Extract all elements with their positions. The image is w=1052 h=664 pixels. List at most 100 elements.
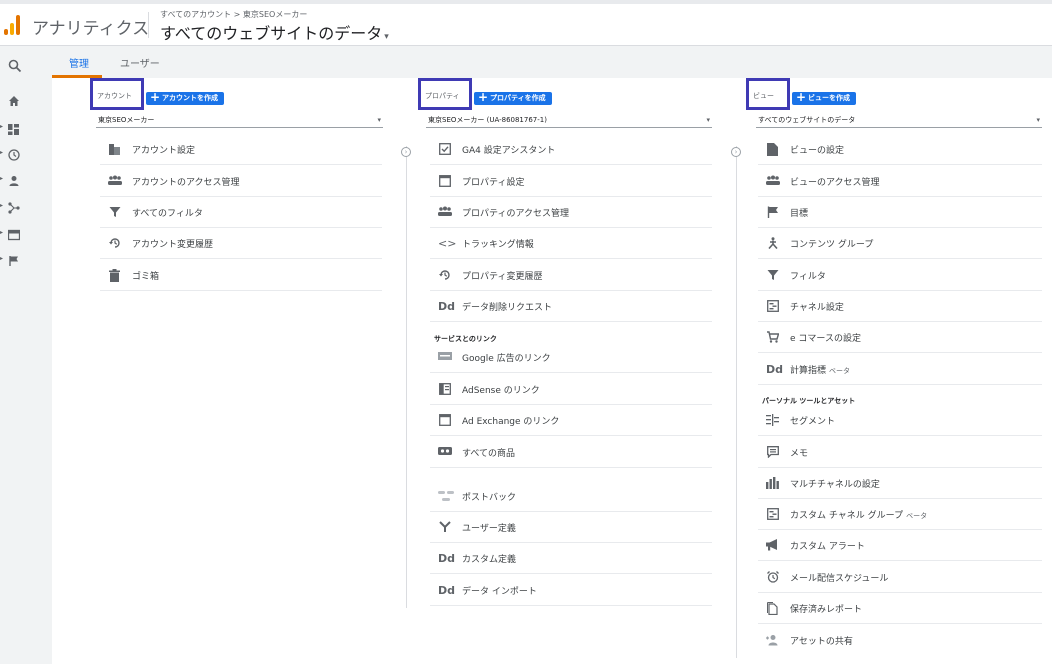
view-selector-label: すべてのウェブサイトのデータ — [160, 24, 383, 43]
saved-report-icon — [766, 602, 779, 616]
view-item-settings[interactable]: ビューの設定 — [758, 134, 1042, 165]
beta-badge: ベータ — [906, 512, 928, 520]
note-icon — [766, 446, 779, 459]
view-item-content-group[interactable]: コンテンツ グループ — [758, 228, 1042, 259]
acquisition-icon[interactable] — [8, 199, 24, 215]
item-label: コンテンツ グループ — [790, 240, 874, 250]
expand-arrow-icon[interactable]: ▸ — [0, 149, 3, 156]
property-item-data-deletion[interactable]: Dd データ削除リクエスト — [430, 291, 712, 322]
breadcrumb[interactable]: すべてのアカウント > 東京SEOメーカー — [160, 9, 307, 20]
view-item-saved-reports[interactable]: 保存済みレポート — [758, 593, 1042, 624]
view-heading: ビュー — [753, 92, 774, 100]
property-item-custom-definitions[interactable]: Dd カスタム定義 — [430, 543, 712, 574]
view-item-ecommerce[interactable]: e コマースの設定 — [758, 322, 1042, 353]
home-icon[interactable] — [8, 92, 24, 108]
property-heading-box: プロパティ — [418, 78, 472, 110]
account-selector[interactable]: 東京SEOメーカー ▾ — [96, 112, 383, 128]
realtime-icon[interactable] — [8, 146, 24, 162]
item-label: 目標 — [790, 209, 809, 219]
property-item-user-defined[interactable]: ユーザー定義 — [430, 512, 712, 543]
tab-user[interactable]: ユーザー — [120, 55, 160, 70]
view-item-multichannel[interactable]: マルチチャネルの設定 — [758, 468, 1042, 499]
property-item-history[interactable]: プロパティ変更履歴 — [430, 260, 712, 291]
property-item-access[interactable]: プロパティのアクセス管理 — [430, 197, 712, 228]
segment-icon — [766, 414, 779, 427]
account-selector-value: 東京SEOメーカー — [98, 116, 155, 124]
view-item-channel-settings[interactable]: チャネル設定 — [758, 291, 1042, 322]
property-link-adsense[interactable]: AdSense のリンク — [430, 374, 712, 405]
view-item-custom-alerts[interactable]: カスタム アラート — [758, 530, 1042, 561]
dd-icon: Dd — [438, 300, 456, 313]
beta-badge: ベータ — [829, 367, 851, 375]
item-label: Google 広告のリンク — [462, 354, 551, 364]
account-item-settings[interactable]: アカウント設定 — [100, 134, 382, 165]
property-selector-value: 東京SEOメーカー (UA-86081767-1) — [428, 116, 547, 124]
trash-icon — [108, 269, 121, 282]
share-person-icon — [766, 634, 779, 647]
item-label: アカウント変更履歴 — [132, 240, 214, 250]
expand-arrow-icon[interactable]: ▸ — [0, 229, 3, 236]
item-label: ポストバック — [462, 493, 517, 503]
analytics-logo[interactable] — [4, 15, 22, 35]
view-item-access[interactable]: ビューのアクセス管理 — [758, 166, 1042, 197]
property-item-postback[interactable]: ポストバック — [430, 481, 712, 512]
expand-arrow-icon[interactable]: ▸ — [0, 202, 3, 209]
view-selector[interactable]: すべてのウェブサイトのデータ ▾ — [160, 20, 389, 44]
account-item-history[interactable]: アカウント変更履歴 — [100, 228, 382, 259]
item-label: トラッキング情報 — [462, 240, 534, 250]
conversions-icon[interactable] — [8, 252, 24, 268]
view-item-email-schedule[interactable]: メール配信スケジュール — [758, 562, 1042, 593]
expand-arrow-icon[interactable]: ▸ — [0, 255, 3, 262]
chevron-down-icon: ▾ — [1036, 116, 1040, 124]
item-label: セグメント — [790, 417, 836, 427]
create-property-button[interactable]: プロパティを作成 — [474, 91, 552, 105]
create-view-button[interactable]: ビューを作成 — [792, 91, 856, 105]
property-selector[interactable]: 東京SEOメーカー (UA-86081767-1) ▾ — [426, 112, 712, 128]
property-link-ad-exchange[interactable]: Ad Exchange のリンク — [430, 405, 712, 436]
create-account-button[interactable]: アカウントを作成 — [146, 91, 224, 105]
account-item-access[interactable]: アカウントのアクセス管理 — [100, 166, 382, 197]
people-icon — [766, 175, 780, 188]
audience-icon[interactable] — [8, 172, 24, 188]
ads-icon — [438, 351, 452, 364]
account-item-trash[interactable]: ゴミ箱 — [100, 260, 382, 291]
left-nav: ▸ ▸ ▸ ▸ ▸ ▸ — [0, 46, 52, 664]
view-item-segments[interactable]: セグメント — [758, 405, 1042, 436]
item-label: プロパティのアクセス管理 — [462, 209, 570, 219]
adexchange-icon — [438, 414, 451, 427]
expand-arrow-icon[interactable]: ▸ — [0, 123, 3, 130]
item-label: すべての商品 — [462, 449, 516, 459]
item-label: マルチチャネルの設定 — [790, 480, 880, 490]
search-icon[interactable] — [8, 58, 24, 74]
view-heading-box: ビュー — [746, 78, 790, 110]
postback-icon — [438, 490, 454, 503]
property-item-tracking[interactable]: <> トラッキング情報 — [430, 228, 712, 259]
view-item-goals[interactable]: 目標 — [758, 197, 1042, 228]
view-item-custom-channel-group[interactable]: カスタム チャネル グループ ベータ — [758, 499, 1042, 530]
window-icon — [438, 175, 451, 188]
view-item-calculated-metrics[interactable]: Dd 計算指標 ベータ — [758, 354, 1042, 385]
property-item-data-import[interactable]: Dd データ インポート — [430, 575, 712, 606]
people-icon — [108, 175, 122, 188]
property-link-google-ads[interactable]: Google 広告のリンク — [430, 342, 712, 373]
property-item-ga4-assistant[interactable]: GA4 設定アシスタント — [430, 134, 712, 165]
checkbox-icon — [438, 143, 451, 156]
item-label: GA4 設定アシスタント — [462, 146, 556, 156]
channel-icon — [766, 508, 779, 521]
property-item-settings[interactable]: プロパティ設定 — [430, 166, 712, 197]
view-item-notes[interactable]: メモ — [758, 437, 1042, 468]
view-item-share-assets[interactable]: アセットの共有 — [758, 625, 1042, 656]
filter-icon — [766, 269, 779, 282]
item-label: データ インポート — [462, 587, 537, 597]
expand-arrow-icon[interactable]: ▸ — [0, 175, 3, 182]
item-label: カスタム チャネル グループ ベータ — [790, 508, 927, 521]
filter-icon — [108, 206, 121, 219]
customization-icon[interactable] — [8, 120, 24, 136]
account-item-filters[interactable]: すべてのフィルタ — [100, 197, 382, 228]
item-label-text: 計算指標 — [790, 366, 827, 376]
behavior-icon[interactable] — [7, 226, 24, 242]
property-link-all-products[interactable]: すべての商品 — [430, 437, 712, 468]
view-selector-dropdown[interactable]: すべてのウェブサイトのデータ ▾ — [756, 112, 1042, 128]
view-item-filters[interactable]: フィルタ — [758, 260, 1042, 291]
tab-admin[interactable]: 管理 — [69, 55, 89, 70]
